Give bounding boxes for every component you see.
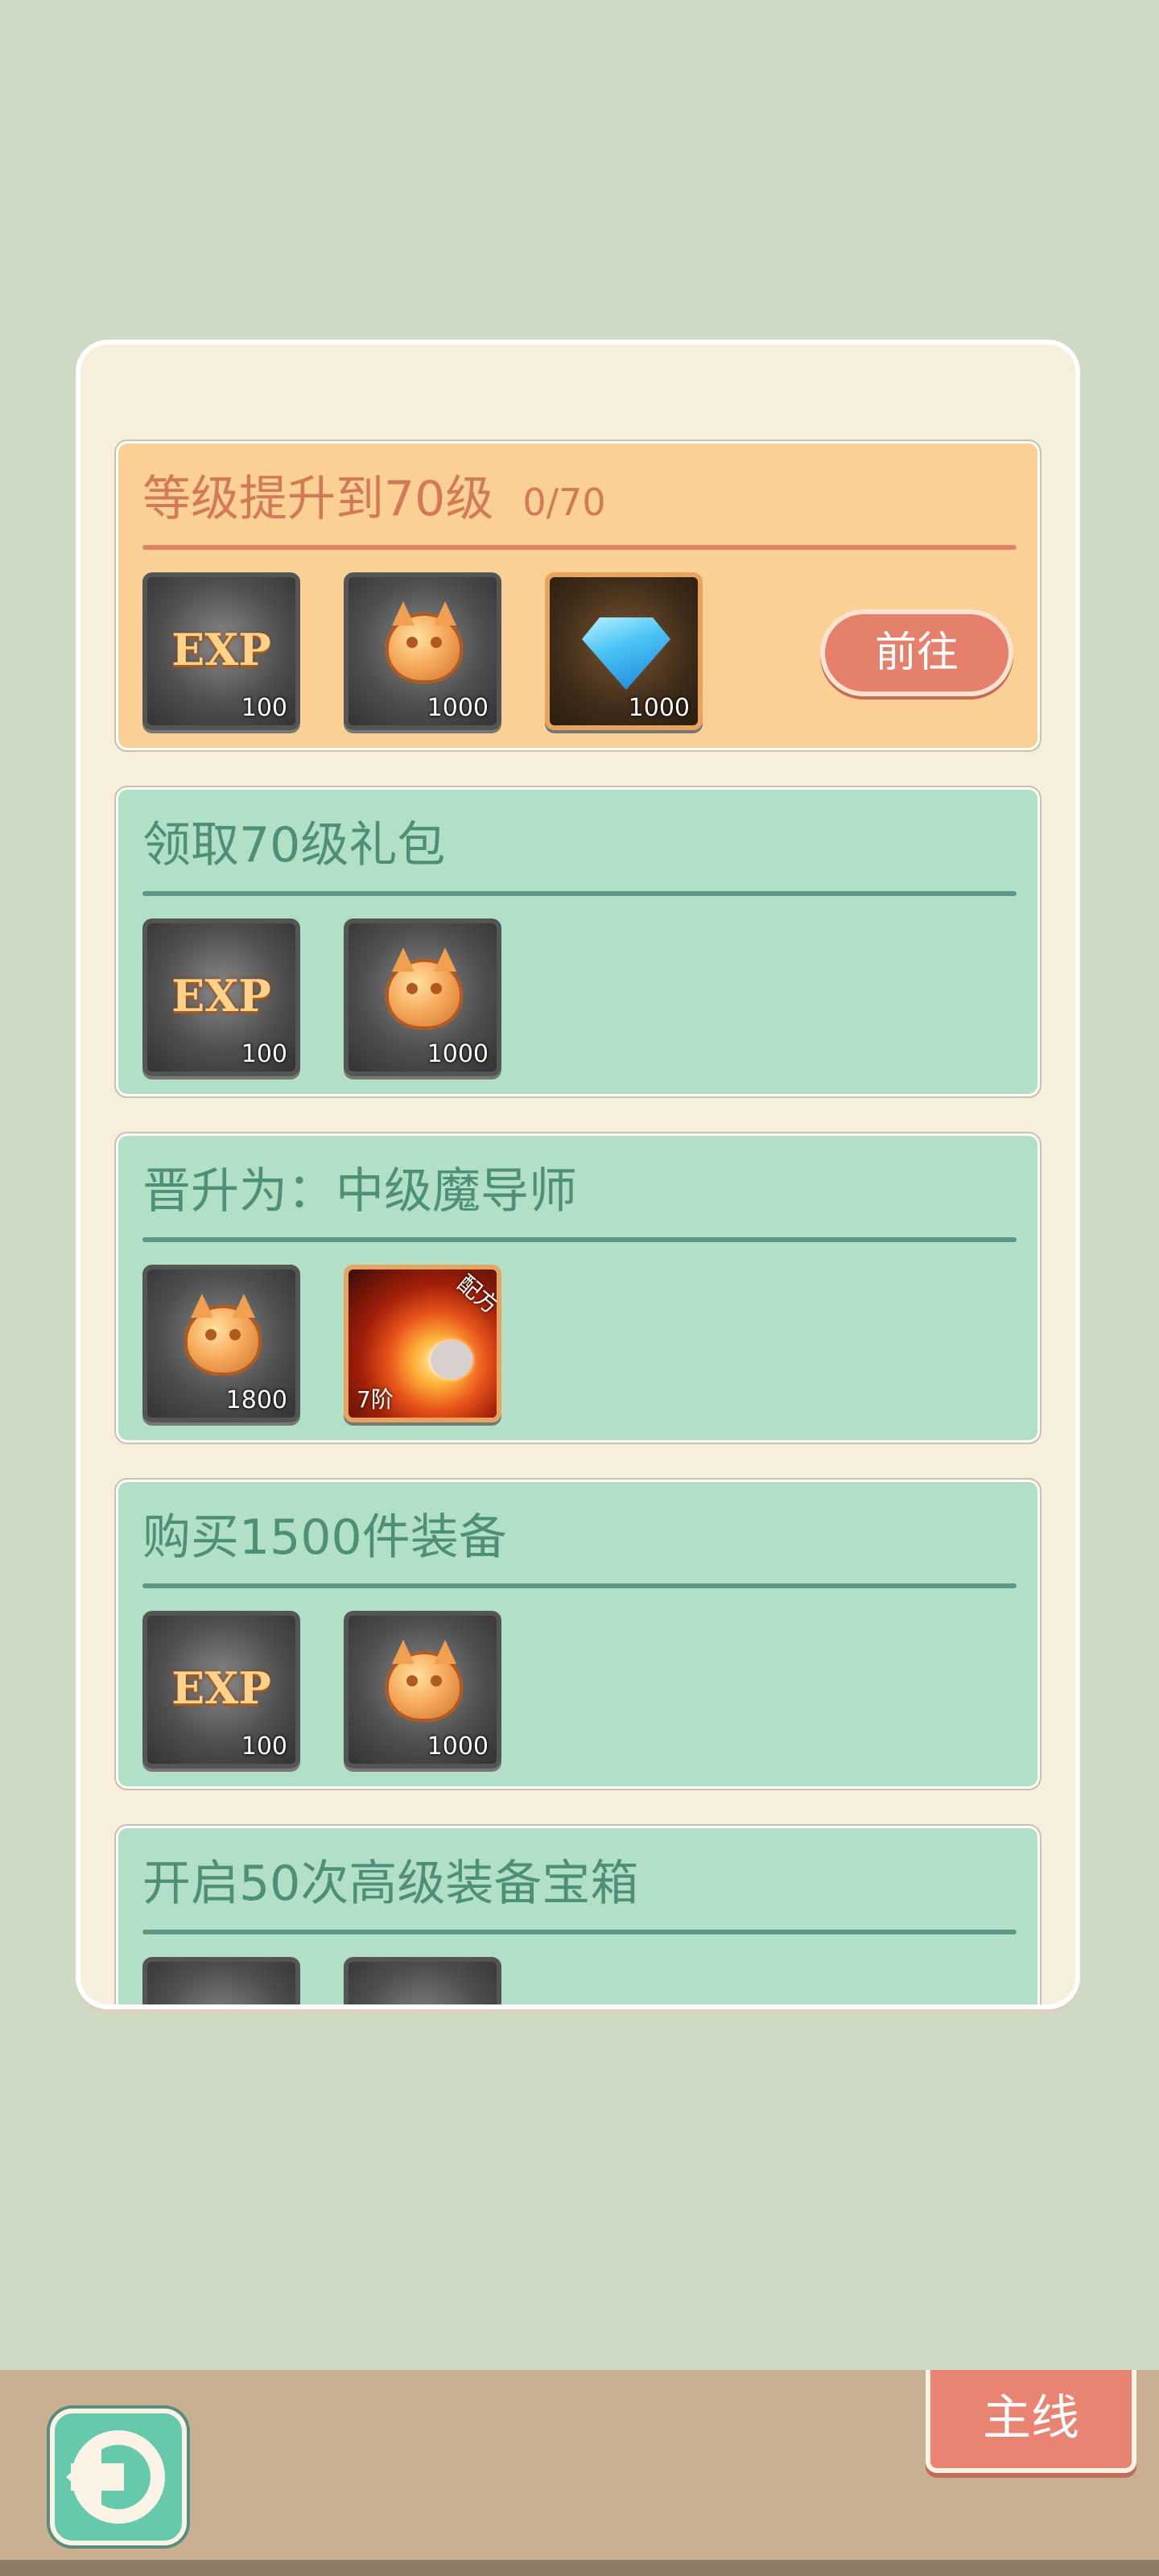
exp-icon: EXP (171, 970, 271, 1022)
reward-coin[interactable]: 1000 (344, 919, 501, 1076)
reward-count: 1000 (628, 694, 690, 722)
coin-icon (386, 959, 463, 1030)
reward-coin[interactable]: 1000 (344, 1611, 501, 1769)
back-arrow-icon (66, 2430, 165, 2524)
task-card-claim-gift: 领取70级礼包 EXP 100 1000 (114, 786, 1041, 1098)
task-title: 晋升为：中级魔导师 (142, 1163, 577, 1220)
reward-count: 1000 (427, 694, 489, 722)
exp-icon: EXP (171, 1662, 271, 1714)
reward-count: 1000 (427, 1732, 489, 1761)
divider (142, 1237, 1017, 1242)
exp-icon: EXP (171, 624, 271, 675)
reward-count: 1000 (427, 1040, 489, 1068)
reward-count: 100 (241, 1040, 287, 1068)
reward-diamond[interactable]: 1000 (545, 572, 703, 730)
divider (142, 891, 1017, 896)
reward-count: 100 (241, 1732, 287, 1761)
main-quest-button[interactable]: 主线 (926, 2370, 1136, 2473)
task-title: 开启50次高级装备宝箱 (142, 1856, 639, 1912)
task-title-text: 等级提升到70级 (142, 471, 494, 527)
reward-fireball-recipe[interactable]: 配方 7阶 (344, 1265, 501, 1422)
go-button[interactable]: 前往 (820, 609, 1013, 696)
task-card-level-up: 等级提升到70级 0/70 EXP 100 1000 1000 前往 (114, 440, 1041, 752)
reward-coin[interactable]: 1800 (142, 1265, 300, 1422)
divider (142, 545, 1017, 550)
task-panel: 等级提升到70级 0/70 EXP 100 1000 1000 前往 领取70级礼… (76, 340, 1080, 2009)
task-title: 购买1500件装备 (142, 1509, 507, 1566)
divider (142, 1930, 1017, 1934)
tier-label: 7阶 (357, 1386, 394, 1413)
divider (142, 1583, 1017, 1588)
coin-icon (386, 1651, 463, 1722)
reward-coin[interactable]: 1000 (344, 572, 501, 730)
reward-count: 100 (241, 694, 287, 722)
coin-icon (184, 1305, 262, 1376)
reward-exp[interactable]: EXP 100 (142, 572, 300, 730)
reward-slot[interactable] (344, 1957, 501, 2004)
task-card-open-chests: 开启50次高级装备宝箱 (114, 1824, 1041, 2004)
back-button[interactable] (50, 2409, 187, 2545)
task-card-buy-equipment: 购买1500件装备 EXP 100 1000 (114, 1478, 1041, 1790)
bottom-bar-edge (0, 2560, 1159, 2576)
reward-slot[interactable] (142, 1957, 300, 2004)
task-title: 领取70级礼包 (142, 817, 446, 873)
task-card-promotion: 晋升为：中级魔导师 1800 配方 7阶 (114, 1132, 1041, 1444)
coin-icon (386, 613, 463, 683)
reward-count: 1800 (225, 1386, 287, 1414)
diamond-icon (582, 617, 670, 690)
reward-exp[interactable]: EXP 100 (142, 919, 300, 1076)
task-title: 等级提升到70级 0/70 (142, 471, 606, 530)
task-progress: 0/70 (522, 481, 606, 524)
reward-exp[interactable]: EXP 100 (142, 1611, 300, 1769)
